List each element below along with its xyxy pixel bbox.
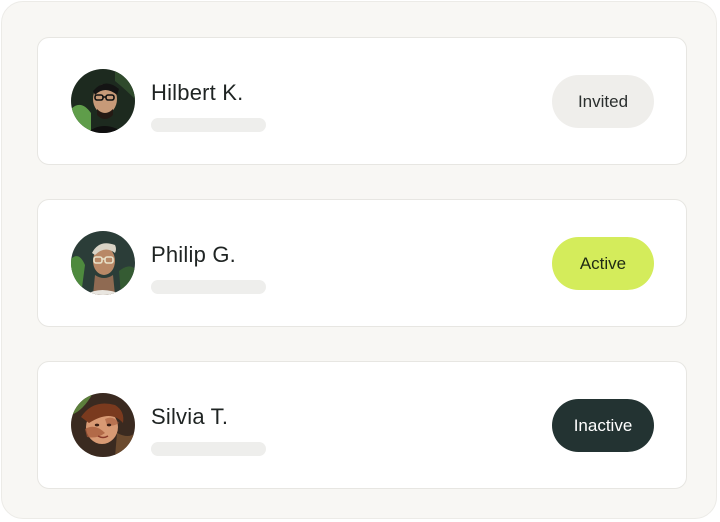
avatar-photo-icon xyxy=(71,69,135,133)
member-list-panel: Hilbert K. Invited Philip G. Active Silv… xyxy=(1,1,717,519)
status-badge[interactable]: Inactive xyxy=(552,399,654,452)
member-name: Philip G. xyxy=(151,242,236,267)
member-card: Silvia T. Inactive xyxy=(37,361,687,489)
avatar-photo-icon xyxy=(71,231,135,295)
member-card: Philip G. Active xyxy=(37,199,687,327)
member-card: Hilbert K. Invited xyxy=(37,37,687,165)
text-placeholder-bar xyxy=(151,442,266,456)
status-badge[interactable]: Active xyxy=(552,237,654,290)
avatar-photo-icon xyxy=(71,393,135,457)
member-name: Silvia T. xyxy=(151,404,229,429)
text-placeholder-bar xyxy=(151,118,266,132)
text-placeholder-bar xyxy=(151,280,266,294)
member-name: Hilbert K. xyxy=(151,80,244,105)
status-badge[interactable]: Invited xyxy=(552,75,654,128)
